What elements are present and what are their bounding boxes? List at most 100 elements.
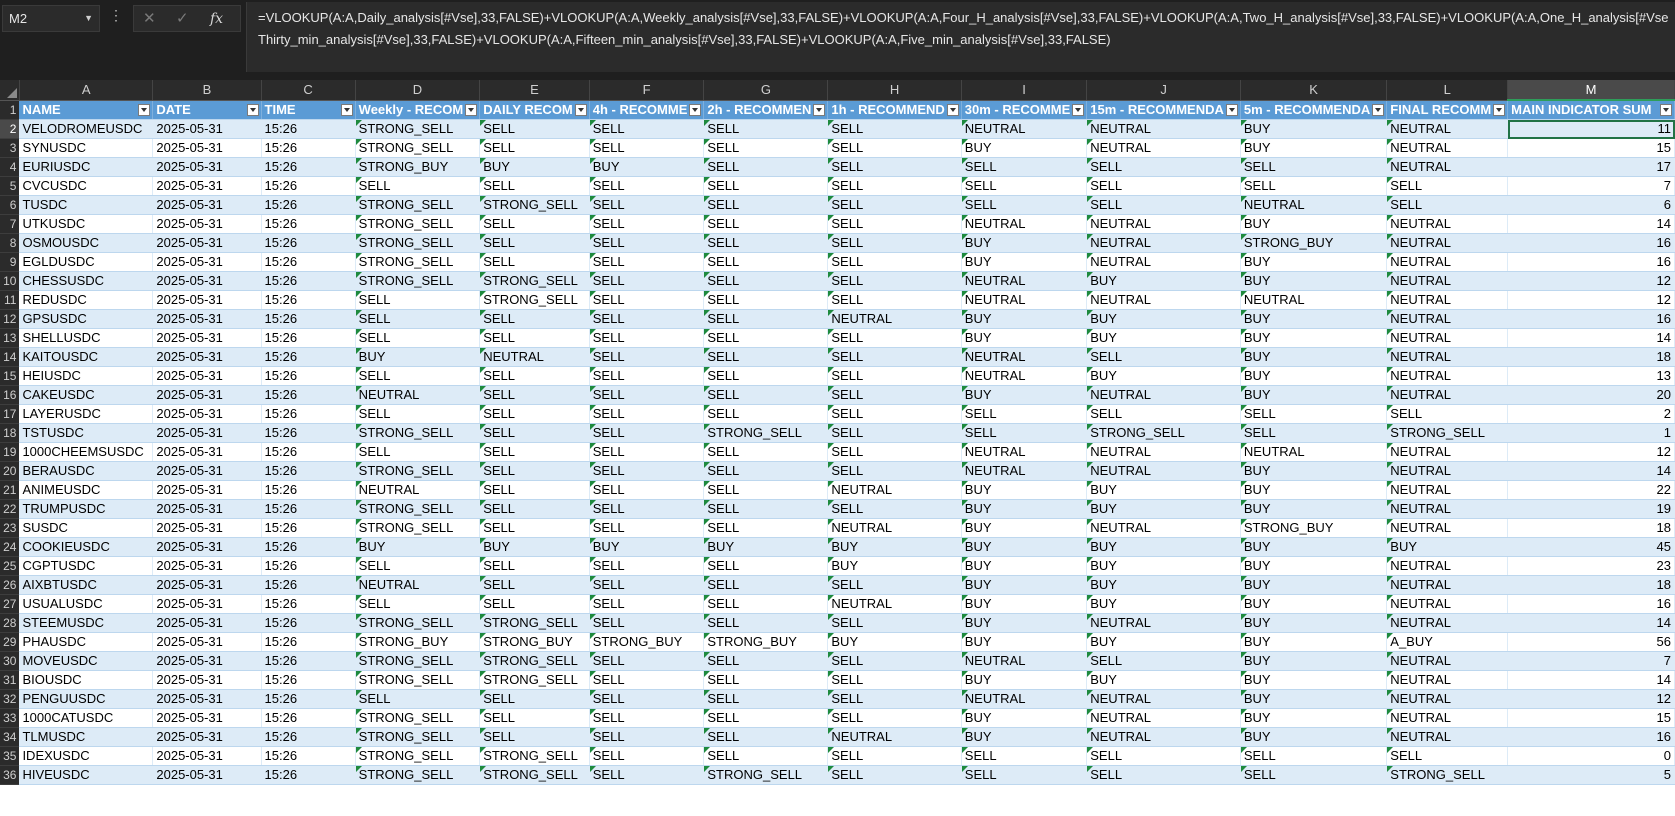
- cell-b[interactable]: 2025-05-31: [152, 290, 262, 310]
- cell-h[interactable]: BUY: [827, 556, 962, 576]
- cell-g[interactable]: SELL: [703, 366, 829, 386]
- cell-l[interactable]: NEUTRAL: [1386, 290, 1509, 310]
- column-header-k[interactable]: K: [1240, 80, 1388, 101]
- cell-f[interactable]: SELL: [589, 765, 705, 785]
- cell-h[interactable]: SELL: [827, 290, 962, 310]
- cell-a[interactable]: VELODROMEUSDC: [19, 119, 154, 139]
- filter-dropdown-icon[interactable]: [946, 103, 959, 116]
- cell-e[interactable]: SELL: [479, 385, 590, 405]
- cell-g[interactable]: SELL: [703, 727, 829, 747]
- cell-c[interactable]: 15:26: [261, 157, 356, 177]
- column-header-b[interactable]: B: [152, 80, 262, 101]
- cell-g[interactable]: BUY: [703, 537, 829, 557]
- cell-g[interactable]: SELL: [703, 290, 829, 310]
- cell-k[interactable]: BUY: [1240, 214, 1388, 234]
- row-header[interactable]: 1: [0, 100, 20, 120]
- cell-a[interactable]: EURIUSDC: [19, 157, 154, 177]
- cell-i[interactable]: SELL: [961, 195, 1088, 215]
- cell-j[interactable]: NEUTRAL: [1086, 613, 1241, 633]
- cell-l[interactable]: NEUTRAL: [1386, 575, 1509, 595]
- cell-d[interactable]: SELL: [355, 366, 481, 386]
- cell-i[interactable]: BUY: [961, 556, 1088, 576]
- cell-a[interactable]: BERAUSDC: [19, 461, 154, 481]
- cell-m[interactable]: 12: [1507, 271, 1675, 291]
- table-header-cell[interactable]: 15m - RECOMMENDA: [1086, 100, 1241, 120]
- column-header-m[interactable]: M: [1507, 80, 1675, 101]
- cell-g[interactable]: SELL: [703, 119, 829, 139]
- cell-m[interactable]: 11: [1507, 119, 1675, 139]
- cell-h[interactable]: SELL: [827, 214, 962, 234]
- cell-k[interactable]: BUY: [1240, 309, 1388, 329]
- cell-g[interactable]: SELL: [703, 556, 829, 576]
- chevron-down-icon[interactable]: ▼: [84, 6, 93, 31]
- cell-b[interactable]: 2025-05-31: [152, 499, 262, 519]
- cell-j[interactable]: BUY: [1086, 632, 1241, 652]
- cell-m[interactable]: 18: [1507, 518, 1675, 538]
- cell-k[interactable]: BUY: [1240, 480, 1388, 500]
- cell-e[interactable]: SELL: [479, 518, 590, 538]
- name-box[interactable]: M2 ▼: [2, 5, 100, 32]
- cell-e[interactable]: SELL: [479, 138, 590, 158]
- cell-b[interactable]: 2025-05-31: [152, 708, 262, 728]
- cell-c[interactable]: 15:26: [261, 499, 356, 519]
- cell-i[interactable]: NEUTRAL: [961, 214, 1088, 234]
- cell-a[interactable]: STEEMUSDC: [19, 613, 154, 633]
- cell-c[interactable]: 15:26: [261, 727, 356, 747]
- cell-i[interactable]: SELL: [961, 746, 1088, 766]
- cell-k[interactable]: BUY: [1240, 119, 1388, 139]
- filter-dropdown-icon[interactable]: [1493, 103, 1506, 116]
- cell-e[interactable]: STRONG_SELL: [479, 651, 590, 671]
- cell-c[interactable]: 15:26: [261, 537, 356, 557]
- cell-a[interactable]: BIOUSDC: [19, 670, 154, 690]
- cell-m[interactable]: 22: [1507, 480, 1675, 500]
- cell-h[interactable]: SELL: [827, 271, 962, 291]
- cell-m[interactable]: 56: [1507, 632, 1675, 652]
- cell-c[interactable]: 15:26: [261, 366, 356, 386]
- cell-h[interactable]: SELL: [827, 651, 962, 671]
- row-header[interactable]: 15: [0, 366, 20, 386]
- cell-h[interactable]: SELL: [827, 385, 962, 405]
- row-header[interactable]: 10: [0, 271, 20, 291]
- cell-k[interactable]: BUY: [1240, 670, 1388, 690]
- cell-f[interactable]: SELL: [589, 708, 705, 728]
- cell-e[interactable]: SELL: [479, 689, 590, 709]
- cell-d[interactable]: STRONG_SELL: [355, 746, 481, 766]
- cell-k[interactable]: BUY: [1240, 651, 1388, 671]
- cell-a[interactable]: MOVEUSDC: [19, 651, 154, 671]
- cell-a[interactable]: KAITOUSDC: [19, 347, 154, 367]
- cell-a[interactable]: SUSDC: [19, 518, 154, 538]
- cell-j[interactable]: BUY: [1086, 594, 1241, 614]
- cell-h[interactable]: SELL: [827, 746, 962, 766]
- cell-d[interactable]: STRONG_SELL: [355, 765, 481, 785]
- cell-l[interactable]: STRONG_SELL: [1386, 765, 1509, 785]
- filter-dropdown-icon[interactable]: [138, 103, 151, 116]
- cell-c[interactable]: 15:26: [261, 176, 356, 196]
- cell-b[interactable]: 2025-05-31: [152, 575, 262, 595]
- row-header[interactable]: 18: [0, 423, 20, 443]
- cell-d[interactable]: STRONG_SELL: [355, 708, 481, 728]
- cell-b[interactable]: 2025-05-31: [152, 328, 262, 348]
- row-header[interactable]: 26: [0, 575, 20, 595]
- cell-g[interactable]: SELL: [703, 480, 829, 500]
- cell-f[interactable]: SELL: [589, 309, 705, 329]
- cell-e[interactable]: SELL: [479, 594, 590, 614]
- cell-g[interactable]: SELL: [703, 195, 829, 215]
- cell-m[interactable]: 14: [1507, 461, 1675, 481]
- row-header[interactable]: 32: [0, 689, 20, 709]
- cell-d[interactable]: STRONG_BUY: [355, 632, 481, 652]
- cell-l[interactable]: NEUTRAL: [1386, 366, 1509, 386]
- cell-d[interactable]: STRONG_SELL: [355, 499, 481, 519]
- cell-k[interactable]: NEUTRAL: [1240, 290, 1388, 310]
- cell-e[interactable]: SELL: [479, 575, 590, 595]
- cell-m[interactable]: 16: [1507, 594, 1675, 614]
- cell-c[interactable]: 15:26: [261, 233, 356, 253]
- cell-d[interactable]: STRONG_SELL: [355, 518, 481, 538]
- cell-d[interactable]: NEUTRAL: [355, 575, 481, 595]
- cell-g[interactable]: STRONG_SELL: [703, 765, 829, 785]
- cell-c[interactable]: 15:26: [261, 556, 356, 576]
- cell-e[interactable]: SELL: [479, 214, 590, 234]
- cell-i[interactable]: SELL: [961, 404, 1088, 424]
- row-header[interactable]: 6: [0, 195, 20, 215]
- table-header-cell[interactable]: 1h - RECOMMEND: [827, 100, 962, 120]
- cell-k[interactable]: BUY: [1240, 556, 1388, 576]
